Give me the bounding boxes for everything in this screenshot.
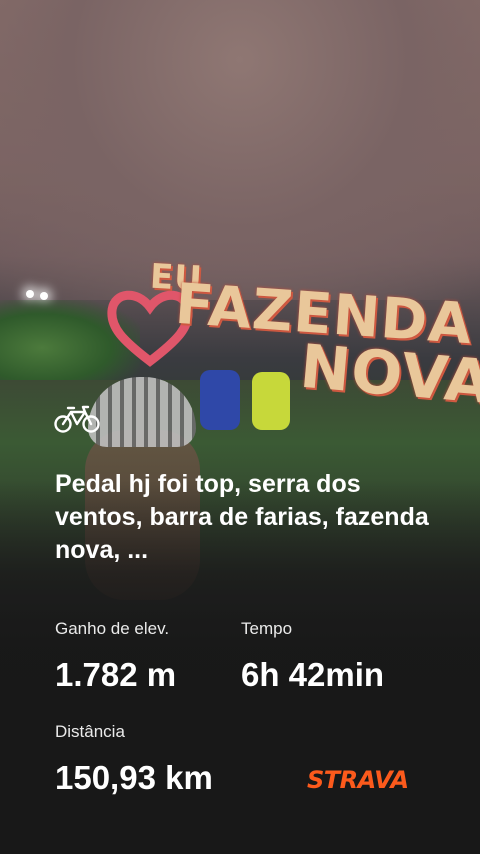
- distance-value: 150,93 km: [55, 759, 213, 796]
- street-lamp: [40, 292, 48, 300]
- distance-label: Distância: [55, 722, 125, 741]
- elevation-value: 1.782 m: [55, 656, 177, 693]
- time-label: Tempo: [241, 619, 293, 638]
- cyclist-figure: [252, 372, 290, 430]
- elevation-label: Ganho de elev.: [55, 619, 170, 638]
- cyclist-figure: [200, 370, 240, 430]
- activity-title: Pedal hj foi top, serra dos ventos, barr…: [55, 470, 429, 564]
- activity-share-card: EU FAZENDA NOVA Pedal hj foi top, serra …: [0, 0, 480, 854]
- strava-logo: STRAVA: [307, 766, 409, 794]
- bike-icon: [54, 405, 100, 433]
- sky-background: [0, 0, 480, 300]
- street-lamp: [26, 290, 34, 298]
- time-value: 6h 42min: [241, 656, 385, 693]
